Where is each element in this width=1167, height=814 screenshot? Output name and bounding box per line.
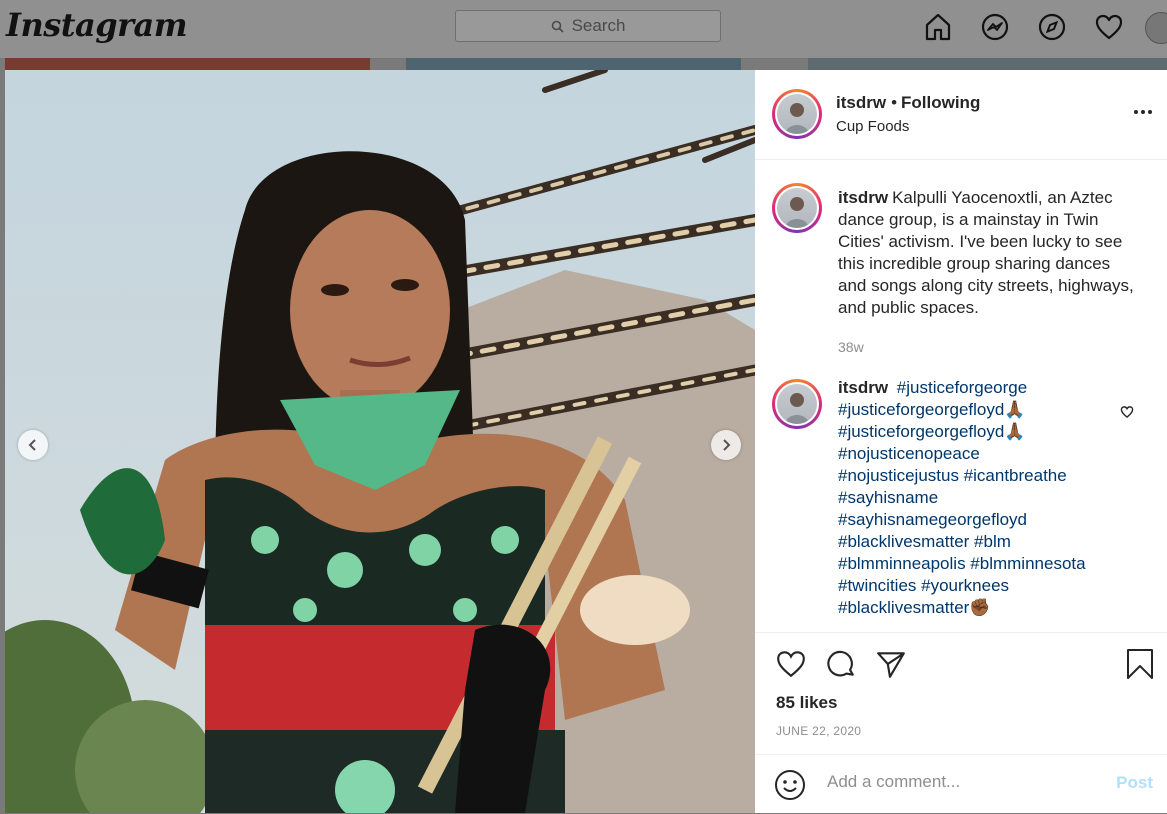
search-bar[interactable]: Search: [455, 10, 721, 42]
post-photo-image: [5, 70, 755, 813]
post-detail-panel: itsdrw • Following Cup Foods itsdrw Kalpull…: [755, 70, 1167, 813]
caption-avatar[interactable]: [772, 183, 822, 233]
save-bookmark-icon[interactable]: [1125, 648, 1155, 685]
author-username[interactable]: itsdrw: [836, 93, 886, 112]
instagram-logo[interactable]: Instagram: [6, 6, 188, 44]
hashtag[interactable]: #blacklivesmatter #blm: [838, 532, 1011, 551]
feed-background: [406, 58, 741, 70]
top-nav: Instagram Search: [0, 0, 1167, 59]
comment-avatar[interactable]: [772, 379, 822, 429]
profile-avatar[interactable]: [1145, 12, 1167, 44]
hashtag[interactable]: #blacklivesmatter✊🏾: [838, 598, 991, 617]
feed-background: [5, 58, 370, 70]
hashtag[interactable]: #sayhisnamegeorgefloyd: [838, 510, 1027, 529]
hashtag[interactable]: #twincities #yourknees: [838, 576, 1009, 595]
caption-timestamp[interactable]: 38w: [838, 339, 864, 355]
hashtag[interactable]: #justiceforgeorgefloyd🙏🏾: [838, 422, 1026, 441]
hashtag[interactable]: #sayhisname: [838, 488, 938, 507]
caption-text-block: itsdrw Kalpulli Yaocenoxtli, an Aztec dan…: [838, 187, 1138, 319]
comment-bubble-icon[interactable]: [825, 648, 857, 685]
add-comment-form: Post: [755, 754, 1167, 814]
post-location[interactable]: Cup Foods: [836, 118, 909, 135]
carousel-prev-button[interactable]: [18, 430, 48, 460]
post-photo[interactable]: [5, 70, 755, 813]
following-button[interactable]: Following: [901, 93, 980, 112]
comment-text-block: itsdrw #justiceforgeorge #justiceforgeor…: [838, 377, 1108, 619]
hashtag[interactable]: #justiceforgeorgefloyd🙏🏾: [838, 400, 1026, 419]
hashtag[interactable]: #blmminneapolis #blmminnesota: [838, 554, 1086, 573]
post-actions: 85 likes JUNE 22, 2020: [755, 632, 1167, 743]
home-icon[interactable]: [922, 11, 954, 43]
author-avatar[interactable]: [772, 89, 822, 139]
like-comment-heart-icon[interactable]: [1120, 405, 1134, 424]
chevron-left-icon: [28, 439, 36, 451]
explore-icon[interactable]: [1036, 11, 1068, 43]
post-date[interactable]: JUNE 22, 2020: [776, 724, 861, 738]
post-header: itsdrw • Following Cup Foods: [755, 70, 1167, 160]
emoji-picker-icon[interactable]: [774, 769, 806, 806]
comment-username[interactable]: itsdrw: [838, 378, 888, 397]
more-options-icon[interactable]: [1133, 102, 1153, 120]
hashtag[interactable]: #justiceforgeorge: [897, 378, 1027, 397]
hashtag[interactable]: #nojusticejustus #icantbreathe: [838, 466, 1067, 485]
search-placeholder: Search: [571, 16, 626, 35]
carousel-next-button[interactable]: [711, 430, 741, 460]
comments-area[interactable]: itsdrw Kalpulli Yaocenoxtli, an Aztec dan…: [755, 160, 1167, 632]
caption-username[interactable]: itsdrw: [838, 188, 888, 207]
hashtag[interactable]: #nojusticenopeace: [838, 444, 980, 463]
separator-dot: •: [891, 93, 898, 112]
activity-heart-icon[interactable]: [1093, 11, 1125, 43]
caption-text: Kalpulli Yaocenoxtli, an Aztec dance gro…: [838, 188, 1134, 317]
feed-background: [808, 58, 1167, 70]
likes-count[interactable]: 85 likes: [776, 693, 837, 713]
chevron-right-icon: [723, 439, 731, 451]
post-comment-button[interactable]: Post: [1116, 773, 1153, 793]
like-heart-icon[interactable]: [775, 648, 807, 685]
messenger-icon[interactable]: [979, 11, 1011, 43]
search-icon: [551, 20, 564, 33]
comment-input[interactable]: [825, 771, 1089, 793]
share-paper-plane-icon[interactable]: [875, 648, 907, 685]
